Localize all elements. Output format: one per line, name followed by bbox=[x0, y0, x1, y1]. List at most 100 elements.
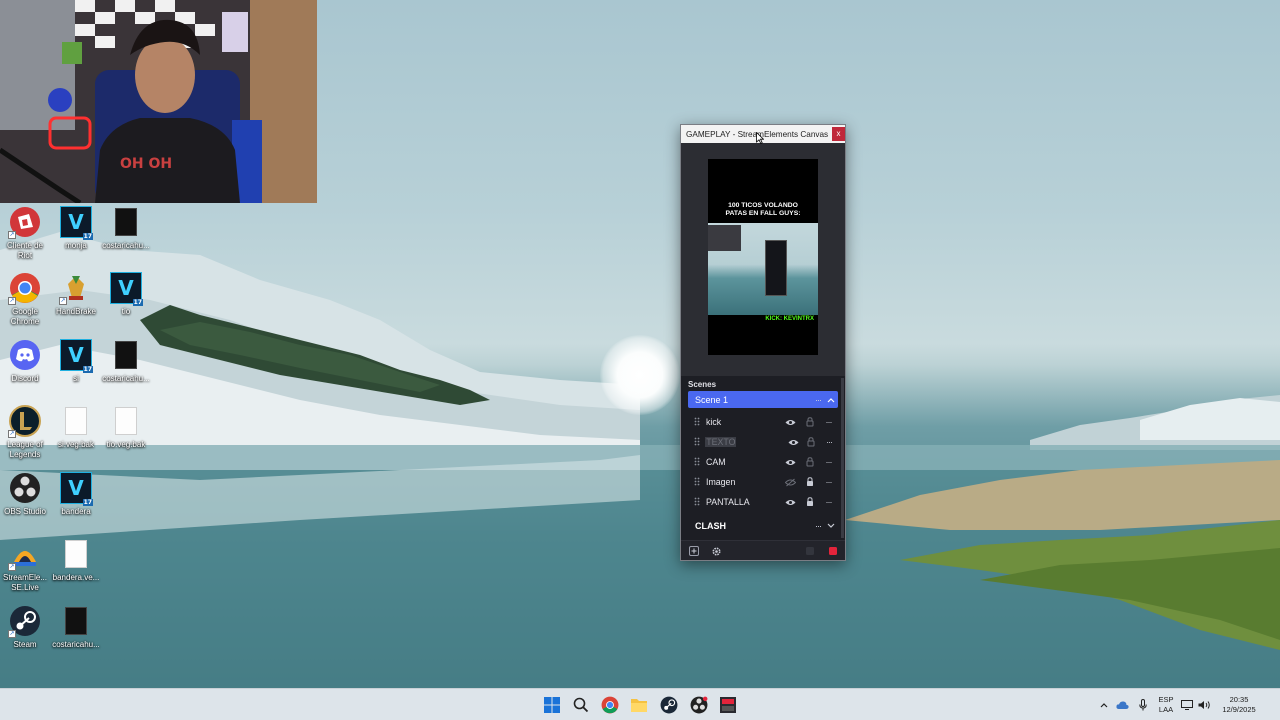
desktop-icon-steam[interactable]: ↗ Steam bbox=[0, 605, 50, 650]
preview-title-text: 100 TICOS VOLANDO PATAS EN FALL GUYS: bbox=[725, 202, 801, 217]
lock-icon[interactable] bbox=[800, 495, 819, 509]
desktop-icon-label: Google Chrome bbox=[10, 307, 40, 326]
chevron-down-icon[interactable] bbox=[824, 517, 838, 534]
eye-off-icon[interactable] bbox=[781, 475, 800, 489]
eye-icon[interactable] bbox=[784, 435, 802, 449]
more-options-icon[interactable]: ··· bbox=[820, 435, 838, 449]
desktop-icon-si[interactable]: V 17 si bbox=[51, 339, 101, 384]
desktop-icon-bandera-veg[interactable]: bandera.ve... bbox=[51, 538, 101, 583]
drag-handle-icon[interactable] bbox=[688, 433, 705, 451]
drag-handle-icon[interactable] bbox=[688, 453, 706, 471]
desktop-icon-label: bandera.ve... bbox=[52, 573, 100, 582]
mouse-cursor-icon bbox=[756, 132, 764, 144]
desktop-icon-label: Cliente de Riot bbox=[6, 241, 44, 260]
desktop-icon-handbrake[interactable]: ↗ HandBrake bbox=[51, 272, 101, 317]
desktop-icon-label: HandBrake bbox=[55, 307, 97, 316]
panel-scrollbar[interactable] bbox=[841, 378, 844, 538]
more-options-icon[interactable]: ··· bbox=[819, 415, 838, 429]
video-file-icon bbox=[110, 206, 142, 238]
unlock-icon[interactable] bbox=[800, 415, 819, 429]
desktop-icon-tio-veg-bak[interactable]: tio.veg.bak bbox=[101, 405, 151, 450]
drag-handle-icon[interactable] bbox=[688, 473, 706, 491]
source-name: kick bbox=[706, 417, 722, 427]
streamelements-icon: ↗ bbox=[8, 538, 41, 571]
unlock-icon[interactable] bbox=[802, 435, 820, 449]
more-options-icon[interactable]: ··· bbox=[819, 455, 838, 469]
desktop-icon-costaricahu-2[interactable]: costaricahu... bbox=[101, 339, 151, 384]
live-status-icon[interactable] bbox=[826, 544, 840, 558]
more-options-icon[interactable]: ··· bbox=[819, 495, 838, 509]
source-name: Imagen bbox=[706, 477, 736, 487]
desktop-icon-label: StreamEle... SE.Live bbox=[2, 573, 47, 592]
eye-icon[interactable] bbox=[781, 495, 800, 509]
preview-phone-source bbox=[765, 240, 787, 296]
language-indicator[interactable]: ESP LAA bbox=[1153, 695, 1179, 715]
microphone-icon[interactable] bbox=[1133, 699, 1153, 711]
lock-icon[interactable] bbox=[800, 475, 819, 489]
desktop-icon-league-of-legends[interactable]: ↗ League of Legends bbox=[0, 405, 50, 460]
add-icon[interactable] bbox=[687, 544, 701, 558]
vegas-project-icon: V 17 bbox=[60, 339, 93, 373]
windows-start-icon[interactable] bbox=[540, 693, 564, 717]
desktop-icon-monja[interactable]: V 17 monja bbox=[51, 206, 101, 251]
obs-icon[interactable] bbox=[687, 693, 711, 717]
eye-icon[interactable] bbox=[781, 415, 800, 429]
desktop-icon-label: si bbox=[73, 374, 79, 383]
gear-icon[interactable] bbox=[709, 544, 723, 558]
volume-icon[interactable] bbox=[1195, 700, 1213, 710]
system-tray: ESP LAA 20:35 12/9/2025 bbox=[1097, 689, 1265, 720]
desktop-icon-riot-client[interactable]: ↗ Cliente de Riot bbox=[0, 206, 50, 261]
drag-handle-icon[interactable] bbox=[688, 493, 706, 511]
desktop-icon-costaricahu-3[interactable]: costaricahu... bbox=[51, 605, 101, 650]
file-icon bbox=[60, 405, 92, 437]
steam-icon[interactable] bbox=[657, 693, 681, 717]
vegas-project-icon: V 17 bbox=[60, 206, 93, 240]
streamelements-icon[interactable] bbox=[716, 693, 740, 717]
scene-row-scene-1[interactable]: Scene 1 ··· bbox=[688, 391, 838, 408]
webcam-overlay: OH OH bbox=[0, 0, 317, 203]
scene-name: CLASH bbox=[695, 520, 726, 531]
chevron-up-icon[interactable] bbox=[824, 391, 838, 408]
file-explorer-icon[interactable] bbox=[627, 693, 651, 717]
riot-client-icon: ↗ bbox=[8, 206, 41, 239]
unlock-icon[interactable] bbox=[800, 455, 819, 469]
desktop-icon-bandera[interactable]: V 17 bandera bbox=[51, 472, 101, 517]
network-icon[interactable] bbox=[1179, 700, 1195, 710]
search-icon[interactable] bbox=[569, 693, 593, 717]
sun-glow bbox=[600, 335, 680, 415]
drag-handle-icon[interactable] bbox=[688, 413, 706, 431]
source-row-cam[interactable]: CAM ··· bbox=[688, 453, 838, 471]
close-button[interactable]: x bbox=[832, 127, 845, 141]
chevron-up-icon[interactable] bbox=[1097, 702, 1111, 708]
desktop-icon-si-veg-bak[interactable]: si.veg.bak bbox=[51, 405, 101, 450]
desktop-icon-obs-studio[interactable]: OBS Studio bbox=[0, 472, 50, 517]
streamelements-canvas-window[interactable]: GAMEPLAY - StreamElements Canvas x 100 T… bbox=[680, 124, 846, 561]
canvas-preview[interactable]: 100 TICOS VOLANDO PATAS EN FALL GUYS: KI… bbox=[708, 159, 818, 355]
shortcut-arrow-icon: ↗ bbox=[8, 563, 16, 571]
source-row-imagen[interactable]: Imagen ··· bbox=[688, 473, 838, 491]
scene-row-clash[interactable]: CLASH ··· bbox=[688, 517, 838, 534]
desktop-icon-costaricahu-1[interactable]: costaricahu... bbox=[101, 206, 151, 251]
more-options-icon[interactable]: ··· bbox=[819, 475, 838, 489]
source-row-kick[interactable]: kick ··· bbox=[688, 413, 838, 431]
shortcut-arrow-icon: ↗ bbox=[8, 231, 16, 239]
more-options-icon[interactable]: ··· bbox=[812, 395, 824, 405]
vegas-project-icon: V 17 bbox=[110, 272, 143, 306]
scene-name: Scene 1 bbox=[695, 394, 729, 405]
clock[interactable]: 20:35 12/9/2025 bbox=[1213, 695, 1265, 715]
desktop-icon-discord[interactable]: Discord bbox=[0, 339, 50, 384]
desktop-icon-tio[interactable]: V 17 tio bbox=[101, 272, 151, 317]
chrome-icon[interactable] bbox=[598, 693, 622, 717]
source-row-pantalla[interactable]: PANTALLA ··· bbox=[688, 493, 838, 511]
desktop-icon-label: costaricahu... bbox=[52, 640, 100, 649]
video-file-icon bbox=[110, 339, 142, 371]
source-row-texto[interactable]: TEXTO ··· bbox=[688, 433, 838, 451]
taskbar: ESP LAA 20:35 12/9/2025 bbox=[0, 688, 1280, 720]
desktop-icon-label: costaricahu... bbox=[102, 241, 150, 250]
eye-icon[interactable] bbox=[781, 455, 800, 469]
onedrive-icon[interactable] bbox=[1111, 700, 1133, 710]
desktop-icon-streamelements-live[interactable]: ↗ StreamEle... SE.Live bbox=[0, 538, 50, 593]
more-options-icon[interactable]: ··· bbox=[812, 521, 824, 531]
record-status-icon[interactable] bbox=[803, 544, 817, 558]
desktop-icon-google-chrome[interactable]: ↗ Google Chrome bbox=[0, 272, 50, 327]
